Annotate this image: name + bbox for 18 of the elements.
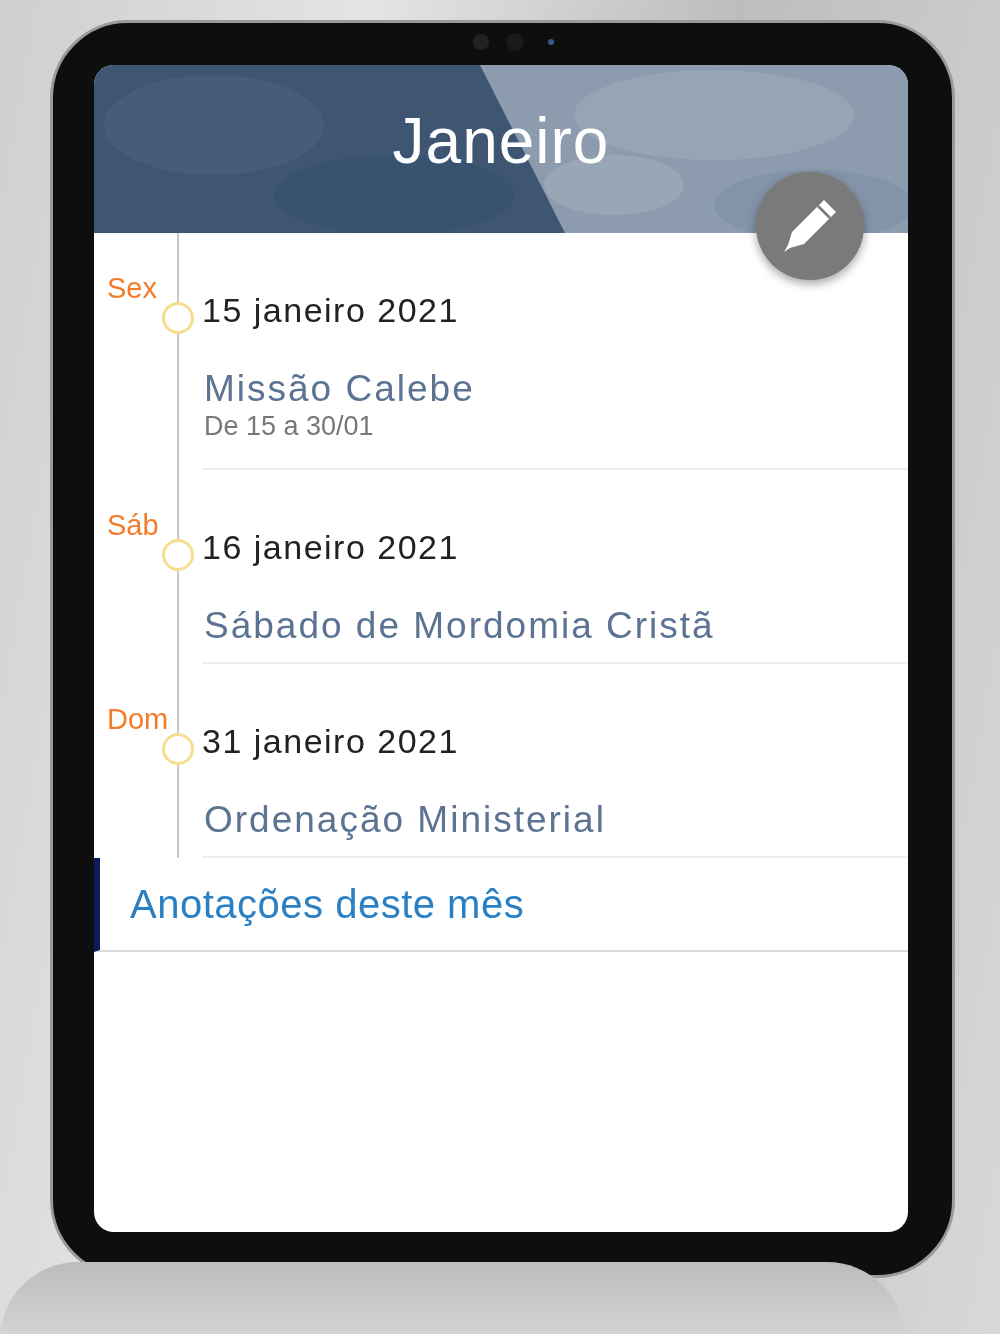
notes-row[interactable]: Anotações deste mês bbox=[94, 858, 908, 952]
timeline-marker-icon bbox=[162, 539, 194, 571]
edit-button[interactable] bbox=[756, 172, 864, 280]
event-title[interactable]: Ordenação Ministerial bbox=[202, 799, 606, 841]
camera-icon bbox=[473, 33, 555, 51]
weekday-label: Sex bbox=[106, 273, 157, 303]
event-date: 31 janeiro 2021 bbox=[202, 721, 459, 761]
timeline-marker-icon bbox=[162, 302, 194, 334]
notes-label: Anotações deste mês bbox=[130, 881, 525, 927]
event-date: 16 janeiro 2021 bbox=[202, 527, 459, 567]
event-date: 15 janeiro 2021 bbox=[202, 290, 459, 330]
timeline-marker-icon bbox=[162, 733, 194, 765]
event-title[interactable]: Sábado de Mordomia Cristã bbox=[202, 605, 715, 647]
month-title: Janeiro bbox=[392, 104, 610, 178]
weekday-label: Sáb bbox=[106, 510, 159, 540]
event-title[interactable]: Missão Calebe bbox=[202, 368, 475, 410]
event-subtitle: De 15 a 30/01 bbox=[203, 410, 374, 442]
weekday-label: Dom bbox=[106, 704, 169, 734]
